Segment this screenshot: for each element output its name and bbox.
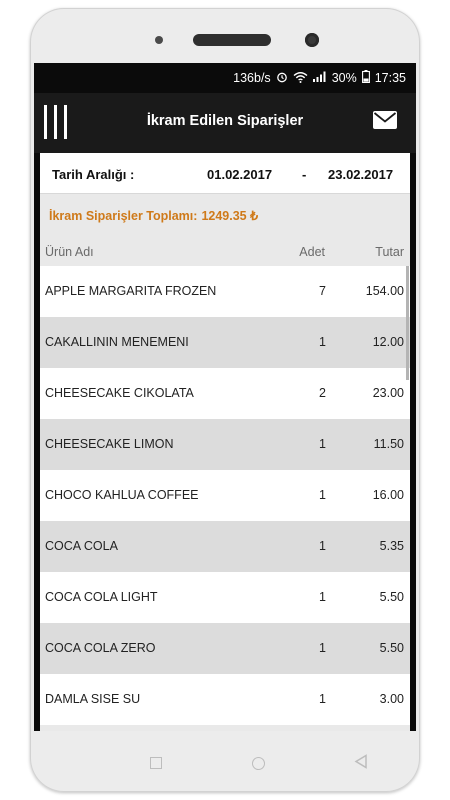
recent-apps-icon[interactable]	[150, 757, 162, 769]
product-amount: 154.00	[365, 284, 404, 298]
table-row[interactable]: CHEESECAKE LIMON 1 11.50	[40, 419, 410, 470]
scrollbar[interactable]	[406, 266, 409, 380]
product-amount: 3.00	[379, 692, 404, 706]
product-name: DAMLA SISE SU	[45, 692, 141, 706]
battery-icon	[361, 70, 370, 86]
alarm-icon	[276, 71, 288, 86]
product-name: CHEESECAKE LIMON	[45, 437, 174, 451]
product-amount: 23.00	[372, 386, 404, 400]
start-date[interactable]: 01.02.2017	[207, 167, 272, 182]
report-content: Tarih Aralığı : 01.02.2017 - 23.02.2017 …	[40, 153, 410, 731]
product-quantity: 7	[319, 284, 326, 298]
header-amount: Tutar	[375, 245, 404, 259]
product-quantity: 1	[319, 641, 326, 655]
table-row[interactable]: COCA COLA ZERO 1 5.50	[40, 623, 410, 674]
system-nav-bar	[34, 731, 416, 793]
product-amount: 5.50	[379, 590, 404, 604]
page-title: İkram Edilen Siparişler	[146, 113, 304, 129]
header-quantity: Adet	[299, 245, 325, 259]
product-name: APPLE MARGARITA FROZEN	[45, 284, 217, 298]
clock: 17:35	[374, 71, 406, 85]
wifi-icon	[293, 71, 308, 86]
earpiece-speaker	[193, 34, 271, 46]
table-row[interactable]: CHOCO KAHLUA COFFEE 1 16.00	[40, 470, 410, 521]
header-product-name: Ürün Adı	[45, 245, 94, 259]
product-name: CHEESECAKE CIKOLATA	[45, 386, 194, 400]
order-table: APPLE MARGARITA FROZEN 7 154.00 CAKALLIN…	[40, 266, 410, 725]
total-value: 1249.35 ₺	[201, 209, 259, 223]
date-separator: -	[302, 167, 307, 182]
product-quantity: 1	[319, 488, 326, 502]
product-amount: 11.50	[373, 437, 404, 451]
table-row[interactable]: CHEESECAKE CIKOLATA 2 23.00	[40, 368, 410, 419]
product-quantity: 1	[319, 539, 326, 553]
table-row[interactable]: COCA COLA LIGHT 1 5.50	[40, 572, 410, 623]
product-quantity: 1	[319, 335, 326, 349]
product-quantity: 1	[319, 590, 326, 604]
signal-icon	[312, 71, 327, 85]
home-icon[interactable]	[252, 757, 265, 770]
product-quantity: 1	[319, 692, 326, 706]
total-label: İkram Siparişler Toplamı:	[49, 209, 198, 223]
network-speed: 136b/s	[233, 71, 271, 85]
table-row[interactable]: CAKALLININ MENEMENI 1 12.00	[40, 317, 410, 368]
product-name: COCA COLA ZERO	[45, 641, 156, 655]
total-summary: İkram Siparişler Toplamı: 1249.35 ₺	[49, 208, 258, 223]
product-name: COCA COLA LIGHT	[45, 590, 158, 604]
table-row[interactable]: DAMLA SISE SU 1 3.00	[40, 674, 410, 725]
proximity-sensor	[155, 36, 163, 44]
table-row[interactable]: COCA COLA 1 5.35	[40, 521, 410, 572]
end-date[interactable]: 23.02.2017	[328, 167, 393, 182]
product-amount: 12.00	[372, 335, 404, 349]
product-name: COCA COLA	[45, 539, 118, 553]
product-amount: 5.50	[379, 641, 404, 655]
date-range-box[interactable]: Tarih Aralığı : 01.02.2017 - 23.02.2017	[40, 153, 410, 194]
mail-icon[interactable]	[373, 111, 397, 129]
product-amount: 5.35	[379, 539, 404, 553]
table-row[interactable]: APPLE MARGARITA FROZEN 7 154.00	[40, 266, 410, 317]
product-name: CAKALLININ MENEMENI	[45, 335, 189, 349]
back-icon[interactable]	[354, 754, 368, 774]
status-bar: 136b/s 30% 17:35	[34, 63, 416, 93]
product-name: CHOCO KAHLUA COFFEE	[45, 488, 199, 502]
battery-percent: 30%	[331, 71, 357, 85]
front-camera	[305, 33, 319, 47]
product-quantity: 2	[319, 386, 326, 400]
screen: 136b/s 30% 17:35 İkram Edilen Siparişler	[34, 63, 416, 731]
date-range-label: Tarih Aralığı :	[52, 167, 135, 182]
app-bar: İkram Edilen Siparişler	[34, 93, 416, 153]
product-quantity: 1	[319, 437, 326, 451]
product-amount: 16.00	[372, 488, 404, 502]
table-header: Ürün Adı Adet Tutar	[40, 238, 410, 266]
